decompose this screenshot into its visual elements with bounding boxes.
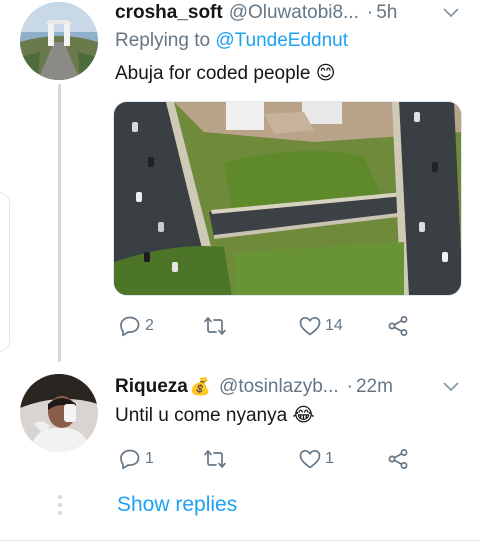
tweet-crosha-soft[interactable]: crosha_soft @Oluwatobi8... · 5h Replying…	[0, 0, 480, 362]
avatar[interactable]	[20, 374, 98, 452]
separator-dot: ·	[366, 2, 374, 23]
replying-to: Replying to @TundeEddnut	[115, 30, 348, 52]
reply-button[interactable]: 1	[118, 447, 154, 471]
thread-connector-line	[58, 84, 61, 362]
chevron-down-icon[interactable]	[442, 380, 460, 394]
like-count: 14	[325, 317, 343, 334]
like-button[interactable]: 1	[298, 447, 334, 471]
replying-to-label: Replying to	[115, 30, 211, 51]
money-bag-emoji: 💰	[189, 377, 212, 396]
highway-aerial-photo	[114, 102, 461, 295]
share-button[interactable]	[386, 314, 410, 338]
tweet-actions: 2 14	[115, 314, 435, 340]
city-gate-photo	[20, 2, 98, 80]
tweet-riqueza[interactable]: Riqueza 💰 @tosinlazyb... · 22m Until u c…	[0, 362, 480, 474]
heart-icon	[299, 316, 321, 336]
divider	[0, 540, 480, 541]
display-name[interactable]: crosha_soft	[115, 2, 223, 24]
user-handle[interactable]: @tosinlazyb...	[219, 376, 339, 398]
like-button[interactable]: 14	[298, 314, 343, 338]
show-replies-link[interactable]: Show replies	[117, 493, 237, 517]
user-handle[interactable]: @Oluwatobi8...	[229, 2, 359, 24]
share-button[interactable]	[386, 447, 410, 471]
separator-dot: ·	[346, 376, 353, 397]
chevron-down-icon[interactable]	[442, 6, 460, 20]
display-name[interactable]: Riqueza	[115, 376, 188, 398]
more-replies-dots	[57, 495, 63, 519]
reply-count: 2	[145, 317, 154, 334]
share-icon	[388, 449, 408, 469]
timestamp[interactable]: 22m	[356, 376, 393, 398]
tweet-media-image[interactable]	[113, 101, 462, 296]
avatar[interactable]	[20, 2, 98, 80]
retweet-button[interactable]	[203, 447, 230, 471]
tweet-text: Abuja for coded people 😊	[115, 63, 336, 84]
share-icon	[388, 316, 408, 336]
timestamp[interactable]: 5h	[376, 2, 397, 24]
tweet-header: Riqueza 💰 @tosinlazyb... · 22m	[115, 374, 460, 400]
like-count: 1	[325, 450, 334, 467]
reply-icon	[120, 449, 140, 470]
tweet-header: crosha_soft @Oluwatobi8... · 5h	[115, 0, 460, 26]
tweet-text: Until u come nyanya 😂	[115, 405, 315, 426]
replying-to-mention[interactable]: @TundeEddnut	[215, 30, 348, 51]
tweet-actions: 1 1	[115, 447, 435, 473]
reply-count: 1	[145, 450, 154, 467]
heart-icon	[299, 449, 321, 469]
retweet-button[interactable]	[203, 314, 230, 338]
retweet-icon	[204, 317, 226, 335]
reply-icon	[120, 316, 140, 337]
reply-button[interactable]: 2	[118, 314, 154, 338]
retweet-icon	[204, 450, 226, 468]
person-photo	[20, 374, 98, 452]
